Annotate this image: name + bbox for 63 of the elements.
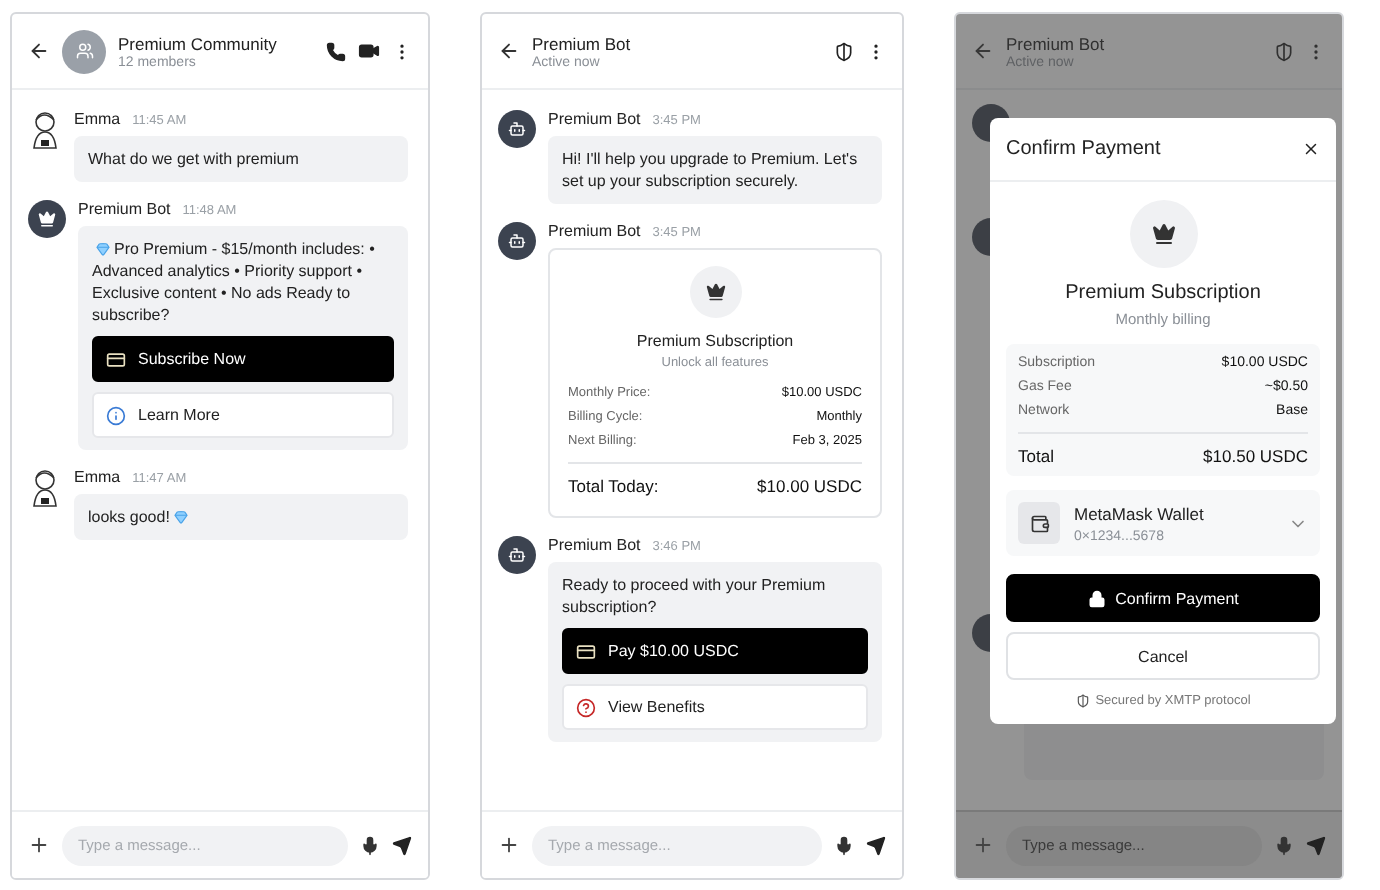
info-icon [106,405,126,425]
crown-icon [1151,222,1175,246]
product-title: Premium Subscription [1063,282,1263,304]
sender-name: Emma [74,468,121,486]
back-icon [498,40,520,62]
shield-icon [834,41,854,61]
mic-icon [360,835,380,855]
cancel-button[interactable]: Cancel [1006,632,1320,680]
message-text: Hi! I'll help you upgrade to Premium. Let's set up your subscription securely. [562,148,860,192]
shield-icon [1274,41,1294,61]
sender-name: Premium Bot [548,222,641,240]
wallet-icon [1029,513,1049,533]
chat-title: Premium Bot [532,33,633,53]
message-text: What do we get with premium [88,148,301,170]
back-icon [972,40,994,62]
sender-name: Premium Bot [548,536,641,554]
chat-title: Premium Bot [1006,33,1107,53]
card-title: Premium Subscription [634,332,796,350]
mic-icon [1274,835,1294,855]
primary-button[interactable]: Subscribe Now [92,336,394,382]
robot-avatar [498,222,536,260]
back-icon [28,40,50,62]
send-icon [392,835,412,855]
person-avatar [28,110,62,150]
sender-name: Premium Bot [78,200,171,218]
card-icon [576,641,596,661]
secondary-button[interactable]: Learn More [92,392,394,438]
shield-icon [1075,694,1090,708]
total-value: $10.50 USDC [1203,446,1308,466]
gem-icon [173,510,188,524]
crown-avatar [28,200,66,238]
robot-avatar [498,536,536,574]
robot-avatar [498,110,536,148]
sender-name: Emma [74,110,121,128]
question-icon [576,697,596,717]
plus-icon [972,834,994,856]
send-icon [1306,835,1326,855]
group-avatar [62,29,106,73]
secondary-button[interactable]: View Benefits [562,684,868,730]
dialog-title: Confirm Payment [1006,138,1161,160]
message-text: Ready to proceed with your Premium subscription? [562,574,828,618]
card-icon [106,349,126,369]
lock-icon [1087,589,1106,607]
mic-icon [834,835,854,855]
message-text: Pro Premium - $15/month includes: • Advanced analytics • Priority support • Exclusive content • No ads Ready to subscribe? [92,238,377,326]
wallet-name: MetaMask Wallet [1074,503,1206,523]
send-icon [866,835,886,855]
person-avatar [28,468,62,508]
close-icon [1302,140,1320,158]
sender-name: Premium Bot [548,110,641,128]
total-label: Total [1018,446,1054,466]
plus-icon [28,834,50,856]
total-value: $10.00 USDC [757,476,862,496]
primary-button[interactable]: Pay $10.00 USDC [562,628,868,674]
total-label: Total Today: [568,476,659,496]
chat-title: Premium Community [118,33,279,53]
message-text: looks good! [88,506,394,528]
gem-icon [96,242,110,256]
phone-icon [326,41,346,61]
crown-icon [705,282,725,302]
confirm-button[interactable]: Confirm Payment [1006,574,1320,622]
video-icon [358,40,380,62]
plus-icon [498,834,520,856]
